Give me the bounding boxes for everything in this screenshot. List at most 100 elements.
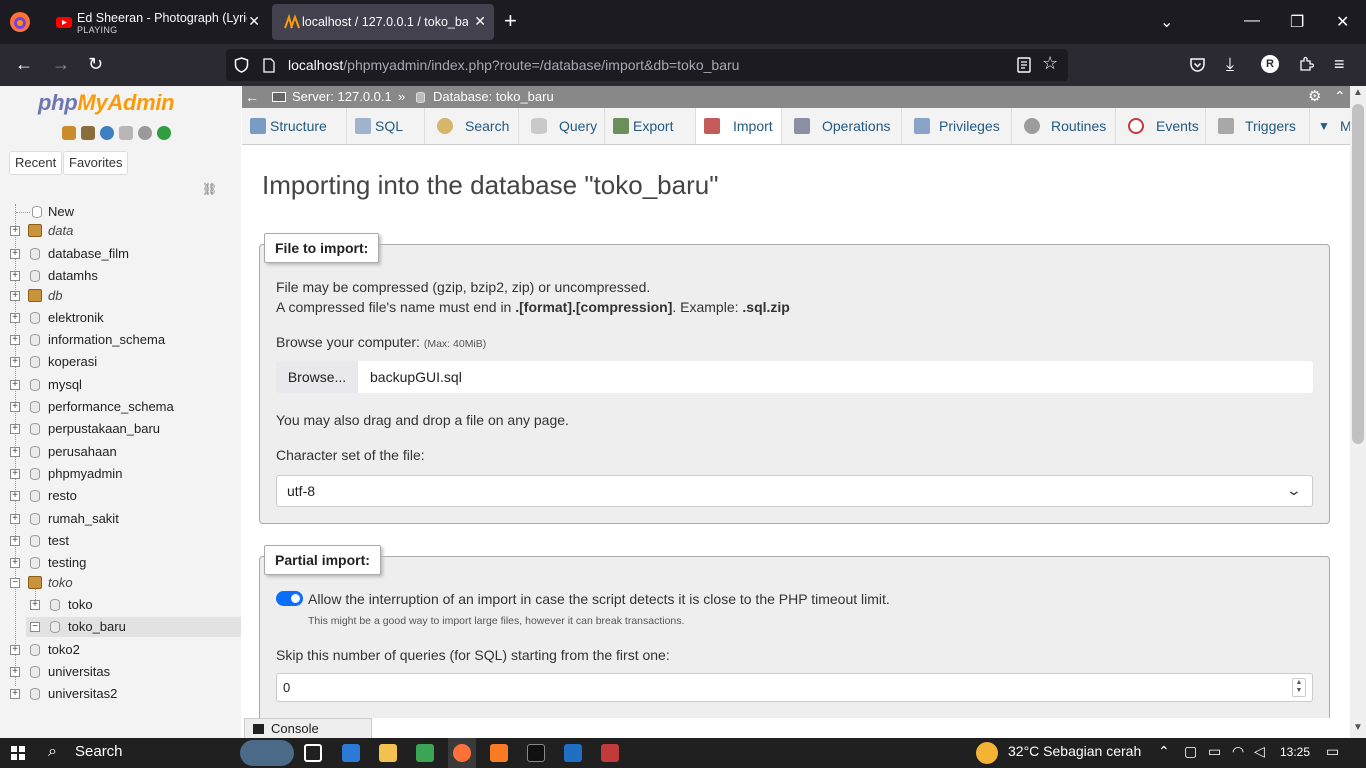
search-icon[interactable]: ⌕	[48, 743, 57, 761]
tree-item-koperasi[interactable]: + koperasi	[10, 352, 236, 372]
expand-icon[interactable]: +	[10, 447, 20, 457]
close-tab-icon[interactable]: ✕	[474, 13, 486, 30]
tab-events[interactable]: Events	[1116, 108, 1206, 144]
tree-item-toko2[interactable]: + toko2	[10, 640, 236, 660]
volume-icon[interactable]: ◁	[1254, 743, 1265, 760]
reader-view-icon[interactable]	[1017, 57, 1031, 73]
tree-group-data[interactable]: + data	[10, 221, 236, 241]
expand-icon[interactable]: +	[10, 335, 20, 345]
tree-group-db[interactable]: + db	[10, 286, 236, 306]
expand-icon[interactable]: +	[10, 491, 20, 501]
expand-icon[interactable]: +	[10, 667, 20, 677]
wifi-icon[interactable]: ◠	[1232, 743, 1244, 760]
collapse-icon[interactable]: −	[30, 622, 40, 632]
expand-icon[interactable]: +	[10, 249, 20, 259]
tree-item-datamhs[interactable]: + datamhs	[10, 266, 236, 286]
expand-icon[interactable]: +	[10, 424, 20, 434]
store-icon[interactable]	[416, 744, 434, 762]
tree-item-toko[interactable]: + toko	[30, 595, 236, 615]
app-icon[interactable]	[601, 744, 619, 762]
tree-item-phpmyadmin[interactable]: + phpmyadmin	[10, 464, 236, 484]
phpmyadmin-logo[interactable]: phpMyAdmin	[38, 90, 175, 116]
tab-search[interactable]: Search	[425, 108, 519, 144]
expand-icon[interactable]: +	[10, 514, 20, 524]
tree-group-toko[interactable]: − toko	[10, 573, 236, 593]
page-settings-gear-icon[interactable]: ⚙	[1308, 86, 1321, 108]
skip-queries-input[interactable]: 0 ▲ ▼	[276, 673, 1313, 702]
collapse-nav-arrow-icon[interactable]: ←	[245, 86, 259, 108]
restore-icon[interactable]: ❐	[1290, 12, 1304, 32]
forward-icon[interactable]: →	[52, 54, 70, 74]
tree-item-perpustakaan_baru[interactable]: + perpustakaan_baru	[10, 419, 236, 439]
recent-button[interactable]: Recent	[9, 151, 63, 175]
expand-icon[interactable]: +	[10, 313, 20, 323]
tree-item-perusahaan[interactable]: + perusahaan	[10, 442, 236, 462]
minimize-icon[interactable]: —	[1244, 12, 1260, 30]
expand-icon[interactable]: +	[10, 226, 20, 236]
expand-icon[interactable]: +	[10, 689, 20, 699]
url-text[interactable]: localhost/phpmyadmin/index.php?route=/da…	[288, 57, 739, 73]
tree-item-toko_baru[interactable]: − toko_baru	[26, 617, 241, 637]
tree-item-resto[interactable]: + resto	[10, 486, 236, 506]
expand-icon[interactable]: +	[30, 600, 40, 610]
tab-sql[interactable]: SQL	[347, 108, 425, 144]
back-icon[interactable]: ←	[15, 54, 33, 74]
expand-icon[interactable]: +	[10, 271, 20, 281]
expand-icon[interactable]: +	[10, 357, 20, 367]
scroll-thumb[interactable]	[1352, 104, 1364, 444]
windows-start-icon[interactable]	[11, 746, 25, 760]
scroll-down-icon[interactable]: ▼	[1353, 722, 1363, 733]
clock-time[interactable]: 13:25	[1280, 745, 1310, 759]
logout-icon[interactable]	[81, 126, 95, 140]
bookmark-star-icon[interactable]: ☆	[1042, 53, 1058, 74]
downloads-icon[interactable]: ⤓	[1226, 54, 1234, 74]
shield-icon[interactable]	[234, 57, 249, 73]
allow-interrupt-toggle[interactable]	[276, 591, 303, 606]
tree-item-mysql[interactable]: + mysql	[10, 375, 236, 395]
close-window-icon[interactable]: ✕	[1336, 12, 1349, 32]
weather-icon[interactable]	[976, 742, 998, 764]
taskbar-search[interactable]: Search	[75, 743, 123, 760]
page-scrollbar[interactable]: ▲ ▼	[1350, 86, 1366, 738]
link-chain-icon[interactable]: ⛓	[202, 182, 217, 196]
news-widget-icon[interactable]	[240, 740, 294, 766]
tree-item-testing[interactable]: + testing	[10, 553, 236, 573]
tab-import[interactable]: Import	[696, 108, 782, 144]
collapse-top-icon[interactable]: ⌃	[1334, 85, 1346, 107]
tree-item-test[interactable]: + test	[10, 531, 236, 551]
charset-select[interactable]: utf-8 ⌄	[276, 475, 1313, 507]
xampp-icon[interactable]	[490, 744, 508, 762]
tab-operations[interactable]: Operations	[782, 108, 902, 144]
console-toggle[interactable]: Console	[244, 718, 372, 738]
tab-phpmyadmin[interactable]: localhost / 127.0.0.1 / toko_baru ✕	[272, 4, 494, 40]
close-tab-icon[interactable]: ✕	[248, 13, 260, 30]
tree-item-universitas2[interactable]: + universitas2	[10, 684, 236, 704]
expand-icon[interactable]: +	[10, 536, 20, 546]
tab-youtube[interactable]: Ed Sheeran - Photograph (Lyrics) PLAYING…	[44, 4, 268, 40]
expand-icon[interactable]: +	[10, 380, 20, 390]
extensions-icon[interactable]	[1298, 56, 1314, 72]
tab-query[interactable]: Query	[519, 108, 605, 144]
reload-icon[interactable]: ↻	[88, 54, 103, 74]
hamburger-menu-icon[interactable]: ≡	[1334, 54, 1345, 74]
tab-more[interactable]: ▼More	[1310, 108, 1350, 144]
settings-icon[interactable]	[138, 126, 152, 140]
docs-icon[interactable]	[119, 126, 133, 140]
weather-text[interactable]: 32°C Sebagian cerah	[1008, 743, 1141, 759]
task-view-icon[interactable]	[304, 744, 322, 762]
scroll-up-icon[interactable]: ▲	[1353, 87, 1363, 98]
file-input[interactable]: Browse... backupGUI.sql	[276, 361, 1313, 393]
tab-export[interactable]: Export	[605, 108, 696, 144]
battery-icon[interactable]: ▭	[1208, 743, 1221, 760]
show-hidden-icons-icon[interactable]: ⌃	[1158, 743, 1170, 760]
new-tab-icon[interactable]: +	[504, 10, 517, 32]
expand-icon[interactable]: +	[10, 645, 20, 655]
tab-structure[interactable]: Structure	[242, 108, 347, 144]
browse-button[interactable]: Browse...	[276, 361, 358, 393]
tree-item-performance_schema[interactable]: + performance_schema	[10, 397, 236, 417]
terminal-icon[interactable]	[527, 744, 545, 762]
number-spinner-icon[interactable]: ▲ ▼	[1292, 678, 1306, 697]
favorites-button[interactable]: Favorites	[63, 151, 129, 175]
tree-item-elektronik[interactable]: + elektronik	[10, 308, 236, 328]
firefox-taskbar-icon[interactable]	[453, 744, 471, 762]
